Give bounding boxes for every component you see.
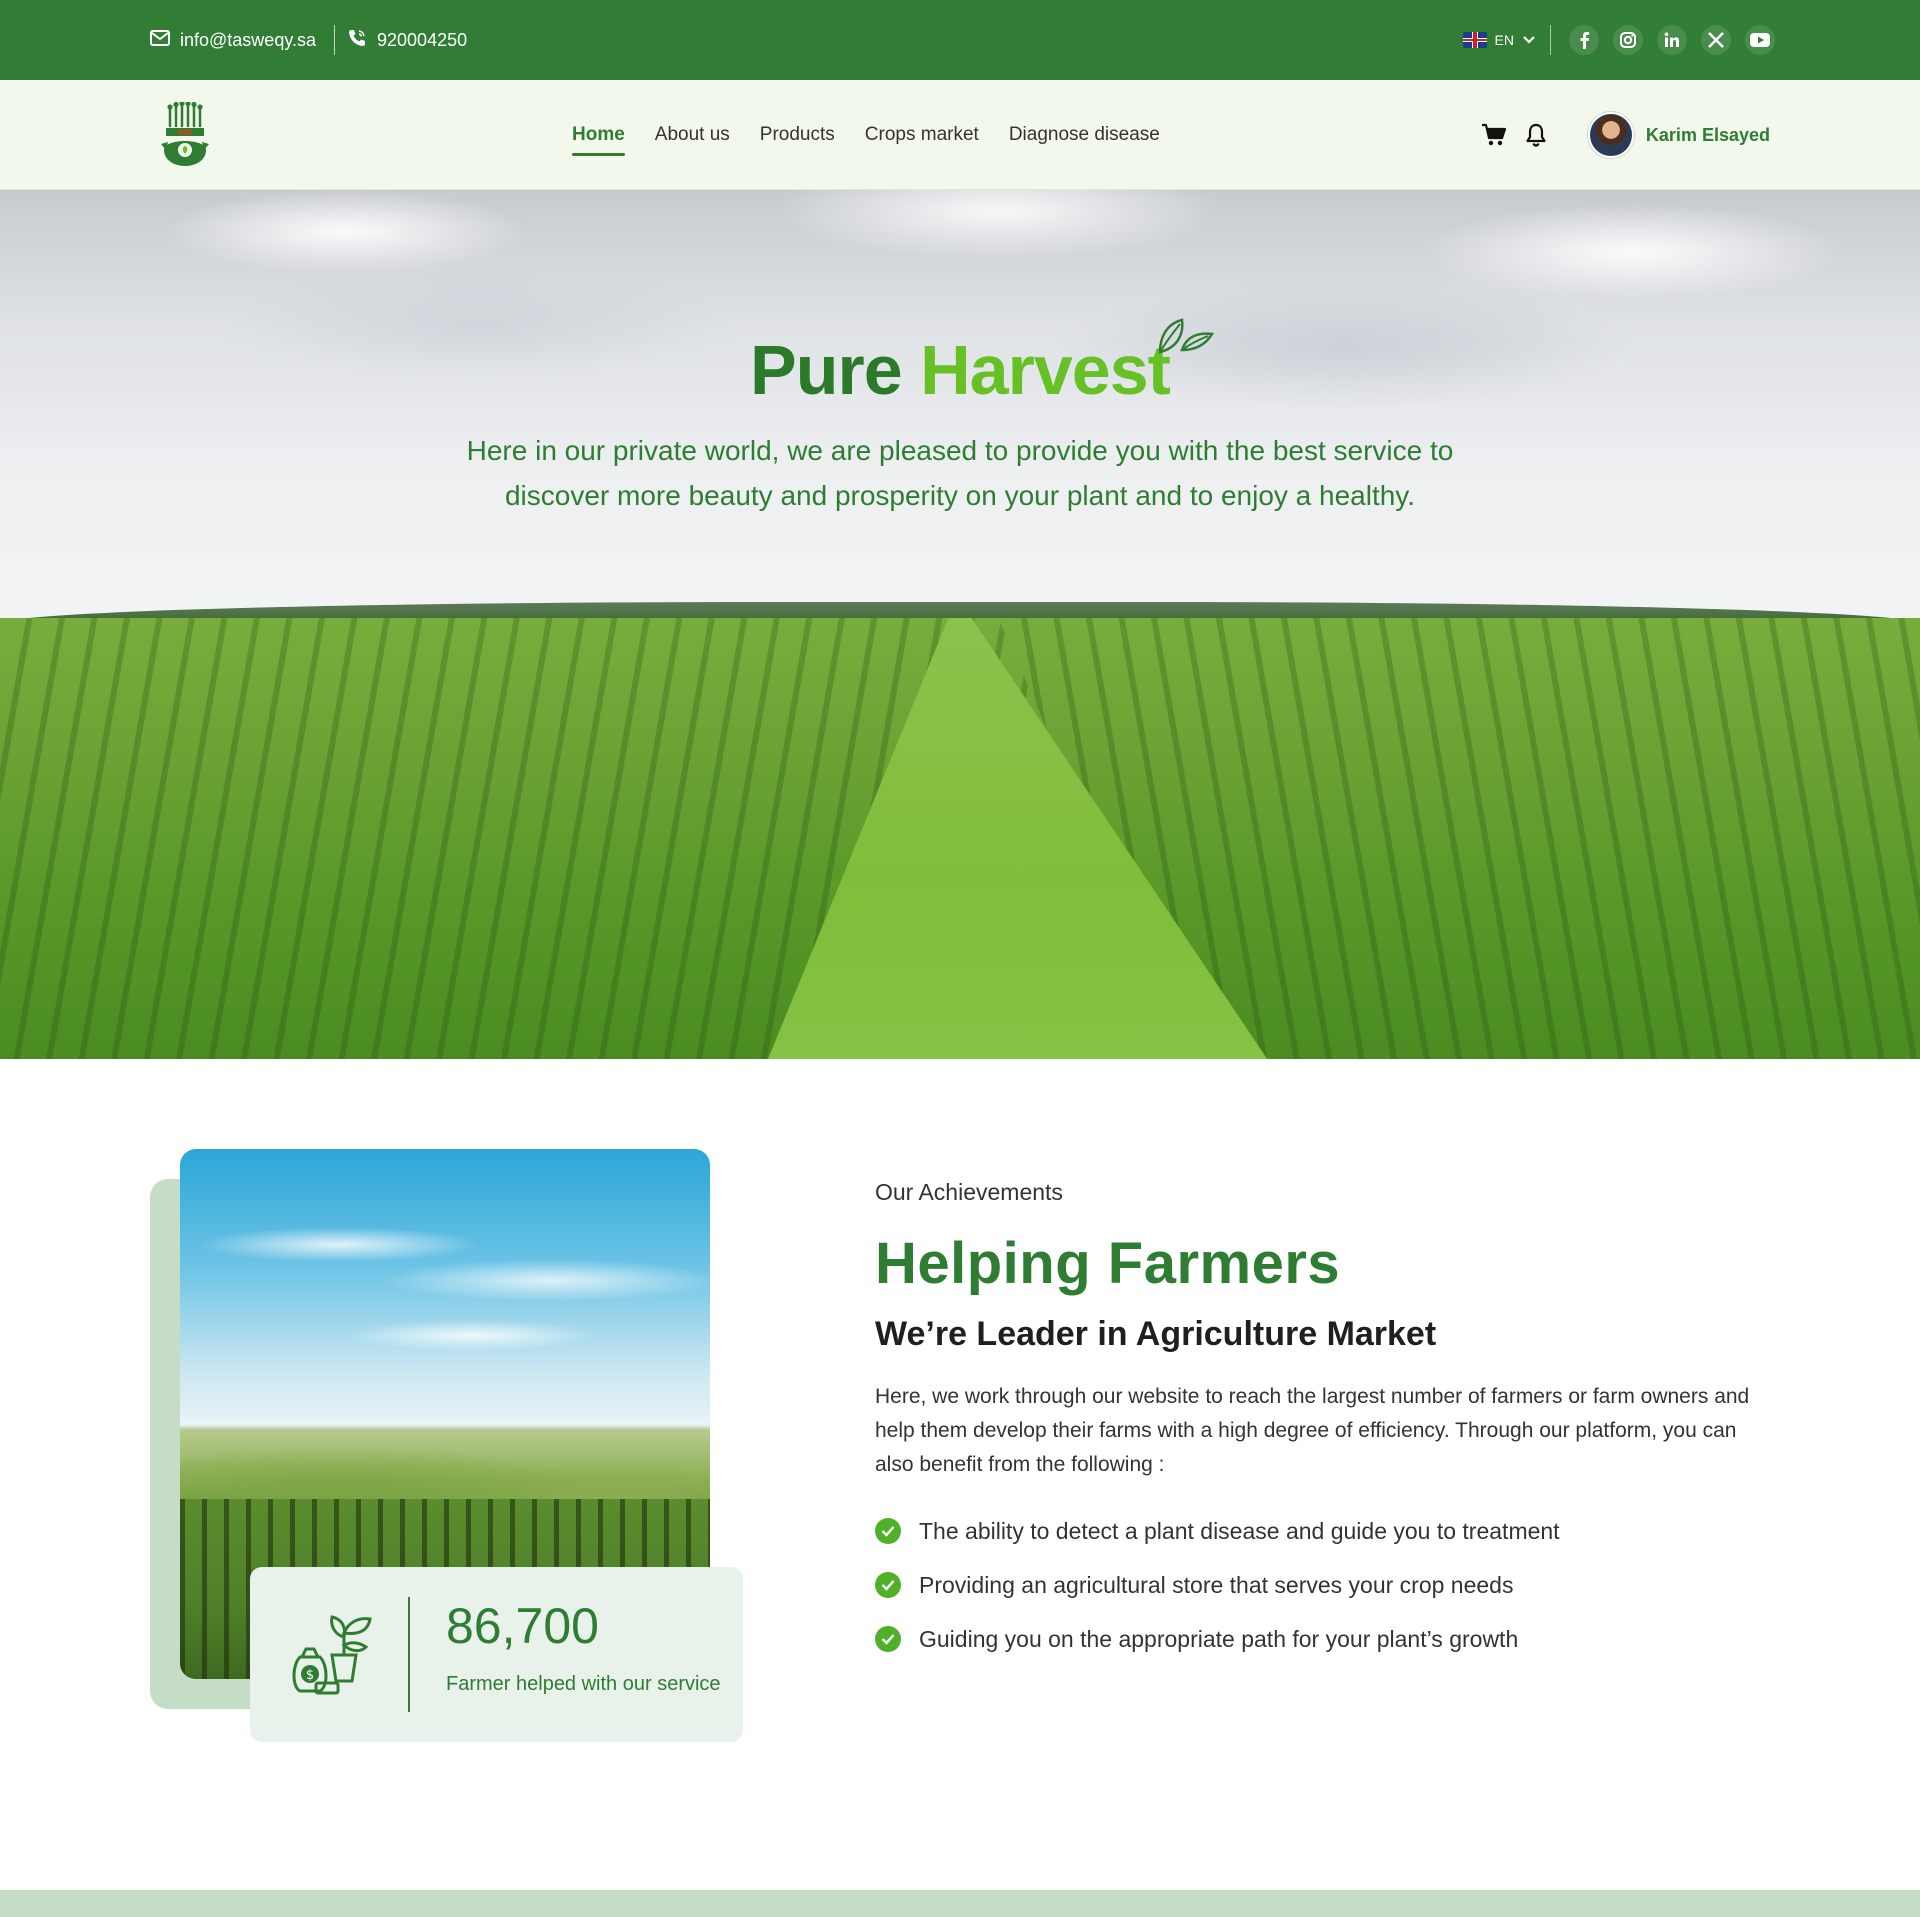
uk-flag-icon: [1462, 32, 1487, 48]
divider: [1550, 25, 1551, 55]
section-paragraph: Here, we work through our website to rea…: [875, 1385, 1750, 1476]
list-item: Guiding you on the appropriate path for …: [875, 1612, 1775, 1666]
divider: [334, 25, 336, 55]
list-item: The ability to detect a plant disease an…: [875, 1504, 1775, 1558]
user-avatar[interactable]: [1587, 112, 1634, 158]
achievements-section: $ 86,700 Farmer helped with our service …: [0, 1059, 1920, 1889]
email-link[interactable]: info@tasweqy.sa: [150, 29, 317, 51]
phone-icon: [347, 28, 367, 53]
language-selector[interactable]: EN: [1462, 32, 1536, 48]
phone-text: 920004250: [377, 29, 468, 50]
chevron-down-icon: [1522, 32, 1536, 48]
x-icon[interactable]: [1701, 25, 1731, 55]
benefits-list: The ability to detect a plant disease an…: [875, 1504, 1775, 1666]
hero-title-part2: Harvest: [920, 331, 1171, 409]
list-item-text: Providing an agricultural store that ser…: [919, 1571, 1514, 1598]
footer-strip: [0, 1890, 1920, 1917]
hero-title-part1: Pure: [750, 331, 921, 409]
stat-card: $ 86,700 Farmer helped with our service: [250, 1567, 743, 1742]
section-heading: Helping Farmers: [875, 1231, 1341, 1296]
check-icon: [875, 1626, 901, 1652]
nav-item-products[interactable]: Products: [760, 116, 835, 154]
section-subheading: We’re Leader in Agriculture Market: [875, 1315, 1437, 1353]
nav-item-about-us[interactable]: About us: [655, 116, 730, 154]
leaf-icon: [1156, 316, 1215, 356]
nav-item-crops-market[interactable]: Crops market: [865, 116, 979, 154]
facebook-icon[interactable]: [1569, 25, 1599, 55]
hero-banner: Pure Harvest Here in our private world, …: [0, 190, 1920, 1059]
nav-actions: Karim Elsayed: [1480, 80, 1770, 190]
topbar-right: EN: [1462, 20, 1775, 60]
list-item-text: The ability to detect a plant disease an…: [919, 1517, 1560, 1544]
social-links: [1569, 25, 1775, 55]
hero-title: Pure Harvest: [0, 330, 1920, 410]
instagram-icon[interactable]: [1613, 25, 1643, 55]
email-text: info@tasweqy.sa: [180, 29, 317, 50]
mail-icon: [150, 29, 170, 51]
nav-item-diagnose-disease[interactable]: Diagnose disease: [1009, 116, 1160, 154]
list-item: Providing an agricultural store that ser…: [875, 1558, 1775, 1612]
phone-link[interactable]: 920004250: [347, 28, 467, 53]
stat-value: 86,700: [446, 1598, 599, 1654]
hero-subtitle: Here in our private world, we are please…: [466, 435, 1454, 511]
check-icon: [875, 1518, 901, 1544]
youtube-icon[interactable]: [1745, 25, 1775, 55]
achievements-content: Our Achievements Helping Farmers We’re L…: [875, 1179, 1775, 1666]
bell-icon[interactable]: [1522, 121, 1550, 149]
cart-icon[interactable]: [1480, 121, 1508, 149]
nav-item-home[interactable]: Home: [572, 116, 625, 156]
main-navigation: Home About us Products Crops market Diag…: [0, 80, 1920, 190]
user-name[interactable]: Karim Elsayed: [1646, 125, 1770, 146]
check-icon: [875, 1572, 901, 1598]
nav-menu: Home About us Products Crops market Diag…: [572, 80, 1160, 190]
svg-text:$: $: [306, 1668, 314, 1683]
stat-divider: [408, 1597, 410, 1712]
stat-label: Farmer helped with our service: [446, 1673, 721, 1695]
list-item-text: Guiding you on the appropriate path for …: [919, 1625, 1519, 1652]
contact-info: info@tasweqy.sa 920004250: [150, 24, 467, 56]
section-kicker: Our Achievements: [875, 1179, 1063, 1205]
top-bar: info@tasweqy.sa 920004250 EN: [0, 0, 1920, 80]
vineyard-clouds: [180, 1149, 710, 1388]
linkedin-icon[interactable]: [1657, 25, 1687, 55]
logo[interactable]: [158, 100, 212, 168]
vineyard-hills: [180, 1424, 710, 1505]
money-plant-icon: $: [286, 1607, 378, 1699]
language-label: EN: [1494, 32, 1514, 48]
